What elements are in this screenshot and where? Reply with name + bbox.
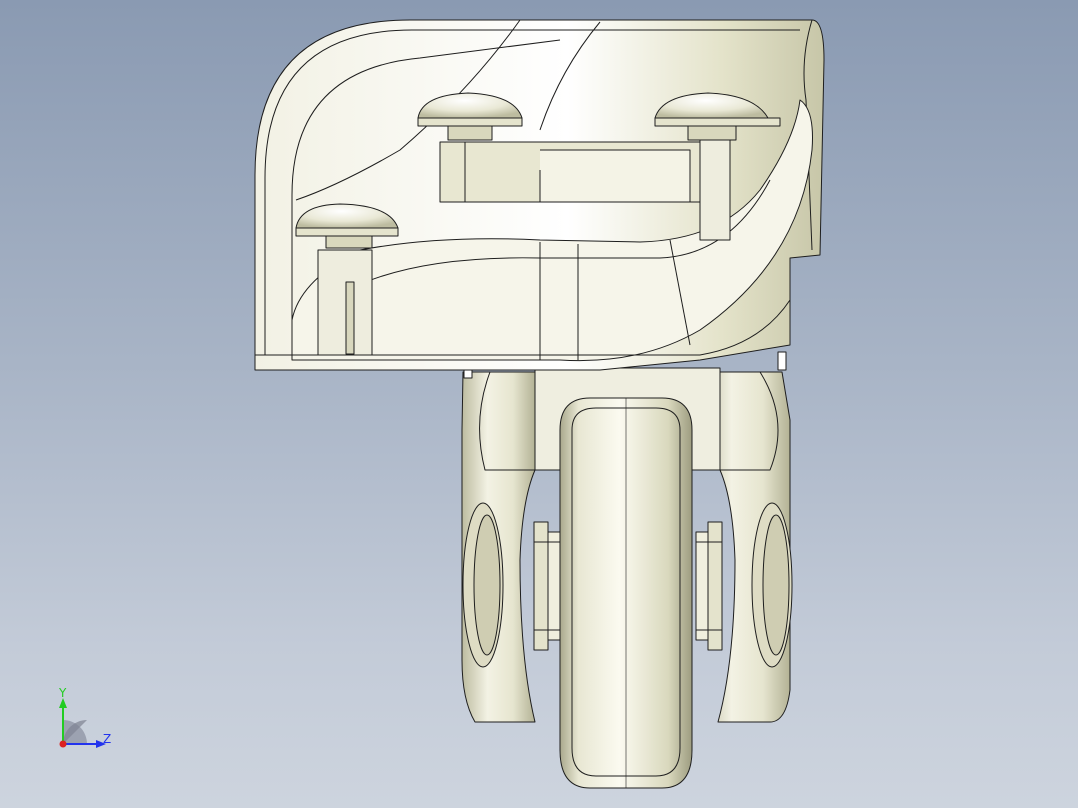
housing-tab-left bbox=[463, 369, 473, 379]
post-left bbox=[317, 249, 373, 356]
graphics-viewport[interactable]: Y Z bbox=[0, 0, 1078, 808]
post-right bbox=[699, 129, 731, 241]
wheel bbox=[559, 397, 693, 789]
z-axis-label: Z bbox=[103, 732, 111, 746]
housing-tab-right bbox=[777, 351, 787, 371]
caster-wheel-model[interactable] bbox=[0, 0, 1078, 808]
y-axis-label: Y bbox=[58, 686, 67, 700]
inner-bracket bbox=[439, 141, 701, 203]
x-axis-dot bbox=[59, 740, 67, 748]
left-fork-plate bbox=[461, 371, 536, 723]
axle-bushing-left bbox=[533, 521, 561, 651]
coordinate-triad: Y Z bbox=[58, 686, 111, 748]
axle-bushing-right bbox=[695, 521, 723, 651]
